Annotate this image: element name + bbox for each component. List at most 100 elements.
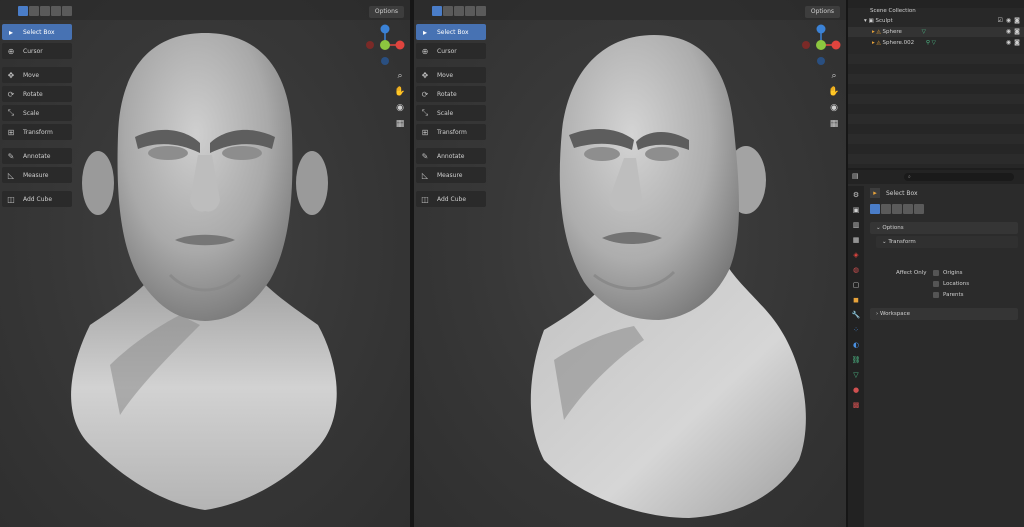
- object-tab-icon[interactable]: ◼: [851, 295, 861, 305]
- visibility-toggles[interactable]: ☑ ◉ ◙: [998, 16, 1020, 26]
- properties-search[interactable]: ⌕: [904, 173, 1014, 181]
- properties-body: ▸ Select Box ⌄ Options ⌄ Transform Affec…: [866, 186, 1022, 527]
- select-mode-buttons[interactable]: [870, 204, 924, 214]
- navigation-gizmo[interactable]: [362, 22, 408, 68]
- tool-label: Select Box: [437, 28, 469, 36]
- camera-icon[interactable]: ◉: [394, 102, 406, 114]
- mode-invert-icon[interactable]: [903, 204, 913, 214]
- move-icon: ✥: [421, 70, 429, 80]
- camera-icon[interactable]: ◉: [828, 102, 840, 114]
- texture-tab-icon[interactable]: ▩: [851, 400, 861, 410]
- tool-label: Measure: [437, 171, 463, 179]
- checkbox-icon: [933, 270, 939, 276]
- outliner-item-sculpt[interactable]: ▾ ▣ Sculpt ☑ ◉ ◙: [848, 16, 1024, 26]
- data-tab-icon[interactable]: ▽: [851, 370, 861, 380]
- constraints-tab-icon[interactable]: ⛓: [851, 355, 861, 365]
- outliner-panel: Scene Collection ▾ ▣ Sculpt ☑ ◉ ◙ ▸ ◬ Sphe…: [848, 0, 1024, 168]
- collection-tab-icon[interactable]: ▢: [851, 280, 861, 290]
- world-tab-icon[interactable]: ◍: [851, 265, 861, 275]
- perspective-grid-icon[interactable]: ▦: [828, 118, 840, 130]
- workspace-panel-header[interactable]: › Workspace: [870, 308, 1018, 320]
- tool-label: Transform: [23, 128, 53, 136]
- tool-move[interactable]: ✥ Move: [416, 67, 486, 83]
- affect-only-label: Affect Only: [896, 270, 926, 276]
- options-button[interactable]: Options: [368, 6, 404, 18]
- options-panel-header[interactable]: ⌄ Options: [870, 222, 1018, 234]
- view-layer-tab-icon[interactable]: ▦: [851, 235, 861, 245]
- mode-intersect-icon[interactable]: [62, 6, 72, 16]
- tool-scale[interactable]: ⤡ Scale: [416, 105, 486, 121]
- locations-checkbox[interactable]: Locations: [933, 281, 969, 287]
- modifier-tab-icon[interactable]: 🔧: [851, 310, 861, 320]
- viewport-right[interactable]: Options ▸ Select Box ⊕ Cursor ✥ Move ⟳ Rotat…: [414, 0, 846, 527]
- transform-icon: ⊞: [7, 127, 15, 137]
- mode-subtract-icon[interactable]: [892, 204, 902, 214]
- scale-icon: ⤡: [7, 108, 15, 117]
- pan-hand-icon[interactable]: ✋: [394, 86, 406, 98]
- eye-icon: ◉: [1005, 17, 1012, 24]
- active-tool-label: Select Box: [886, 189, 918, 197]
- mode-subtract-icon[interactable]: [454, 6, 464, 16]
- camera-icon: ◙: [1014, 28, 1020, 35]
- mode-extend-icon[interactable]: [29, 6, 39, 16]
- outliner-item-sphere-002[interactable]: ▸ ◬ Sphere.002 ⚲ ▽ ◉ ◙: [848, 38, 1024, 48]
- tool-label: Annotate: [23, 152, 51, 160]
- checkbox-icon: ☑: [997, 17, 1003, 24]
- affect-only-text: Affect Only: [896, 270, 927, 276]
- scene-collection-row[interactable]: Scene Collection: [848, 6, 1024, 16]
- tool-transform[interactable]: ⊞ Transform: [416, 124, 486, 140]
- options-button[interactable]: Options: [804, 6, 840, 18]
- select-mode-buttons[interactable]: [18, 6, 72, 16]
- sculpted-head-three-quarter: [530, 35, 806, 518]
- mode-subtract-icon[interactable]: [40, 6, 50, 16]
- mode-extend-icon[interactable]: [443, 6, 453, 16]
- tool-label: Annotate: [437, 152, 465, 160]
- tool-label: Rotate: [437, 90, 457, 98]
- output-tab-icon[interactable]: ▥: [851, 220, 861, 230]
- parents-checkbox[interactable]: Parents: [933, 292, 963, 298]
- tool-label: Scale: [23, 109, 40, 117]
- tool-label: Cursor: [437, 47, 457, 55]
- mode-intersect-icon[interactable]: [476, 6, 486, 16]
- viewport-left[interactable]: Options ▸ Select Box ⊕ Cursor ✥ Move ⟳ Rotat…: [0, 0, 410, 527]
- tool-cursor[interactable]: ⊕ Cursor: [416, 43, 486, 59]
- tool-tab-icon[interactable]: ⚙: [851, 190, 861, 200]
- perspective-grid-icon[interactable]: ▦: [394, 118, 406, 130]
- cursor-icon: ⊕: [421, 46, 429, 56]
- transform-subpanel-header[interactable]: ⌄ Transform: [876, 236, 1018, 248]
- zoom-icon[interactable]: ⌕: [394, 70, 406, 82]
- tool-rotate[interactable]: ⟳ Rotate: [416, 86, 486, 102]
- mode-extend-icon[interactable]: [881, 204, 891, 214]
- mode-new-icon[interactable]: [870, 204, 880, 214]
- tool-select-box[interactable]: ▸ Select Box: [416, 24, 486, 40]
- visibility-toggles[interactable]: ◉ ◙: [1006, 38, 1020, 48]
- zoom-icon[interactable]: ⌕: [828, 70, 840, 82]
- tool-label: Transform: [437, 128, 467, 136]
- physics-tab-icon[interactable]: ◐: [851, 340, 861, 350]
- mode-new-icon[interactable]: [432, 6, 442, 16]
- tool-add-cube[interactable]: ◫ Add Cube: [416, 191, 486, 207]
- scene-tab-icon[interactable]: ◈: [851, 250, 861, 260]
- mode-invert-icon[interactable]: [51, 6, 61, 16]
- toolbar: ▸ Select Box ⊕ Cursor ✥ Move ⟳ Rotate ⤡ Scale…: [416, 24, 486, 210]
- visibility-toggles[interactable]: ◉ ◙: [1006, 27, 1020, 37]
- eye-icon: ◉: [1005, 39, 1012, 46]
- mode-intersect-icon[interactable]: [914, 204, 924, 214]
- tool-annotate[interactable]: ✎ Annotate: [416, 148, 486, 164]
- outliner-item-sphere[interactable]: ▸ ◬ Sphere ▽ ◉ ◙: [848, 27, 1024, 37]
- pan-hand-icon[interactable]: ✋: [828, 86, 840, 98]
- move-icon: ✥: [7, 70, 15, 80]
- tool-measure[interactable]: ◺ Measure: [416, 167, 486, 183]
- tool-label: Move: [437, 71, 454, 79]
- active-tool-row: ▸ Select Box: [870, 188, 918, 198]
- origins-checkbox[interactable]: Origins: [933, 270, 963, 276]
- tool-label: Measure: [23, 171, 49, 179]
- particles-tab-icon[interactable]: ⁘: [851, 325, 861, 335]
- mode-new-icon[interactable]: [18, 6, 28, 16]
- render-tab-icon[interactable]: ▣: [851, 205, 861, 215]
- mode-invert-icon[interactable]: [465, 6, 475, 16]
- add-cube-icon: ◫: [421, 194, 429, 204]
- select-mode-buttons[interactable]: [432, 6, 486, 16]
- material-tab-icon[interactable]: ●: [851, 385, 861, 395]
- editor-type-icon[interactable]: ▤: [852, 172, 859, 180]
